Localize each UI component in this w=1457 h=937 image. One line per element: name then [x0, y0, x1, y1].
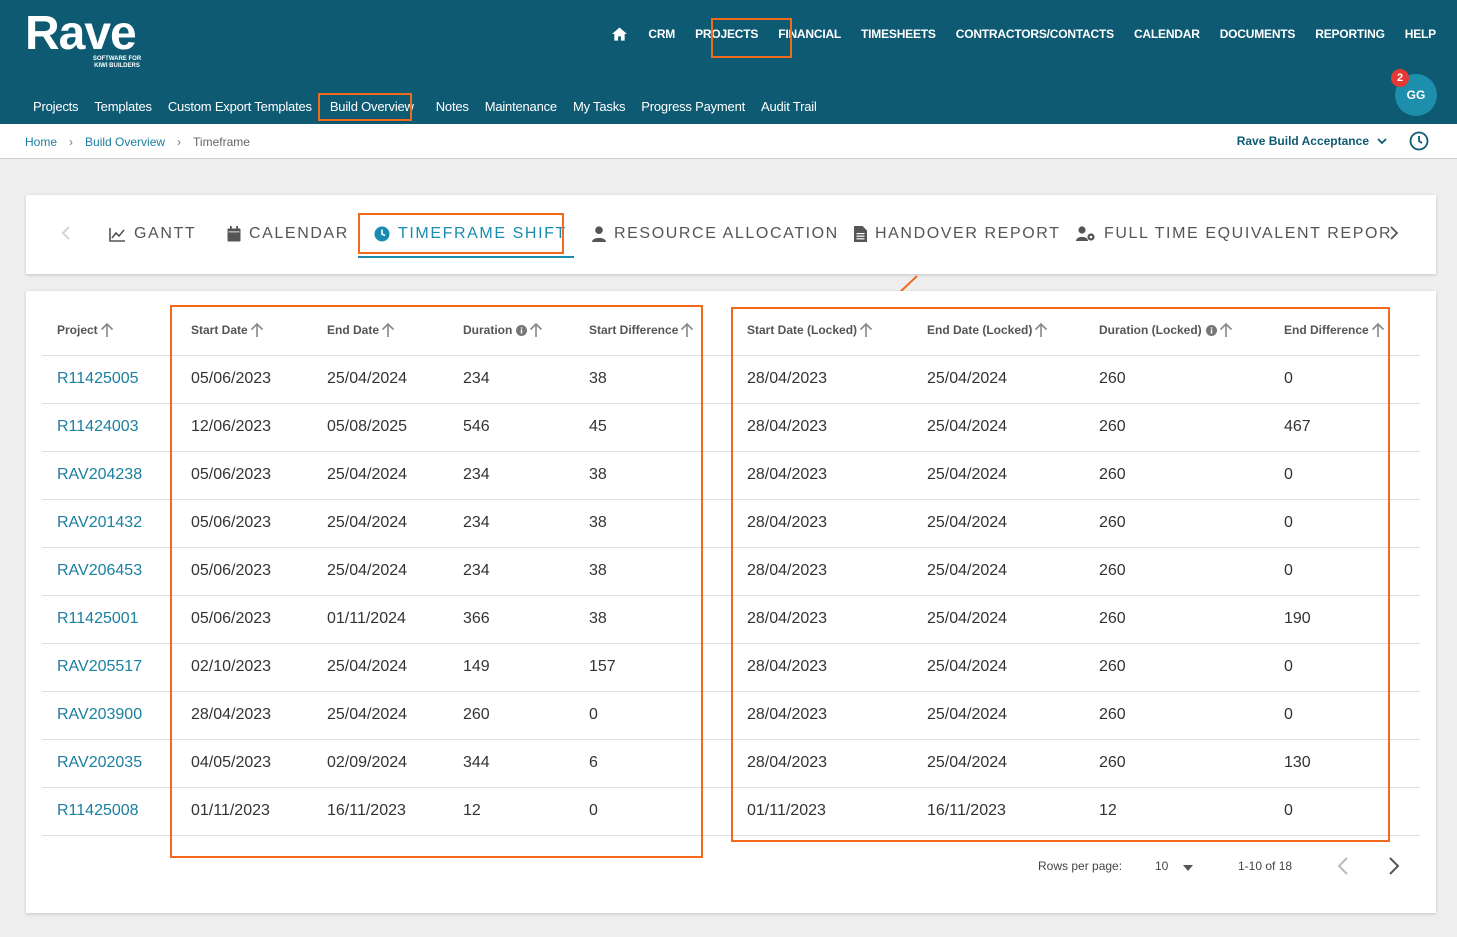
- app-header: Rave SOFTWARE FOR KIWI BUILDERS CRM PROJ…: [0, 0, 1457, 124]
- tab-label: RESOURCE ALLOCATION: [614, 225, 839, 242]
- calendar-icon: [227, 226, 241, 242]
- project-link[interactable]: R11425005: [57, 370, 139, 388]
- chevron-down-icon: [1377, 138, 1387, 145]
- project-link[interactable]: R11424003: [57, 418, 139, 436]
- nav-timesheets[interactable]: TIMESHEETS: [861, 27, 936, 41]
- active-tab-indicator: [358, 256, 574, 258]
- tabs-prev-chevron-icon[interactable]: [60, 225, 72, 246]
- project-link[interactable]: R11425008: [57, 802, 139, 820]
- subnav-maintenance[interactable]: Maintenance: [485, 99, 557, 114]
- project-link[interactable]: RAV204238: [57, 466, 142, 484]
- tab-handover-report[interactable]: HANDOVER REPORT: [854, 225, 1061, 243]
- rows-per-page-label: Rows per page:: [1038, 859, 1123, 873]
- current-dates-highlight-box: [170, 305, 703, 858]
- notification-badge[interactable]: 2: [1391, 69, 1409, 87]
- tab-full-time-equivalent-report[interactable]: FULL TIME EQUIVALENT REPOR: [1076, 225, 1392, 243]
- project-link[interactable]: RAV206453: [57, 562, 142, 580]
- tab-label: FULL TIME EQUIVALENT REPOR: [1104, 225, 1393, 242]
- locked-dates-highlight-box: [731, 307, 1390, 842]
- project-link[interactable]: RAV202035: [57, 754, 142, 772]
- prev-page-chevron-icon[interactable]: [1336, 856, 1350, 881]
- sort-arrow-up-icon[interactable]: [100, 322, 114, 338]
- history-clock-icon[interactable]: [1409, 131, 1429, 151]
- caret-down-icon: [1183, 864, 1194, 871]
- breadcrumb-current: Timeframe: [193, 135, 250, 149]
- subnav-progress-payment[interactable]: Progress Payment: [641, 99, 745, 114]
- subnav-notes[interactable]: Notes: [436, 99, 469, 114]
- breadcrumb-separator: ›: [69, 135, 74, 149]
- rave-logo[interactable]: Rave SOFTWARE FOR KIWI BUILDERS: [25, 7, 141, 70]
- breadcrumb-separator: ›: [177, 135, 182, 149]
- document-icon: [854, 226, 867, 242]
- nav-calendar[interactable]: CALENDAR: [1134, 27, 1200, 41]
- sub-navigation: Projects Templates Custom Export Templat…: [33, 99, 833, 114]
- tab-resource-allocation[interactable]: RESOURCE ALLOCATION: [592, 225, 839, 243]
- rows-per-page-select[interactable]: 10: [1155, 859, 1194, 873]
- nav-reporting[interactable]: REPORTING: [1315, 27, 1385, 41]
- breadcrumb: Home › Build Overview › Timeframe: [25, 135, 250, 149]
- nav-crm[interactable]: CRM: [648, 27, 675, 41]
- rows-per-page-value: 10: [1155, 859, 1169, 873]
- breadcrumb-build-overview[interactable]: Build Overview: [85, 135, 165, 149]
- tab-calendar[interactable]: CALENDAR: [227, 225, 349, 243]
- tab-label: HANDOVER REPORT: [875, 225, 1061, 242]
- column-header-project[interactable]: Project: [57, 322, 114, 338]
- nav-documents[interactable]: DOCUMENTS: [1220, 27, 1296, 41]
- company-name: Rave Build Acceptance: [1236, 134, 1369, 148]
- tab-gantt[interactable]: GANTT: [109, 225, 196, 243]
- breadcrumb-home[interactable]: Home: [25, 135, 57, 149]
- project-link[interactable]: RAV203900: [57, 706, 142, 724]
- person-gear-icon: [1076, 226, 1095, 241]
- view-tabs: GANTT CALENDAR TIMEFRAME SHIFT RESOURCE …: [26, 195, 1436, 274]
- subnav-templates[interactable]: Templates: [94, 99, 152, 114]
- tab-label: CALENDAR: [249, 225, 349, 242]
- nav-contractors-contacts[interactable]: CONTRACTORS/CONTACTS: [956, 27, 1114, 41]
- nav-help[interactable]: HELP: [1405, 27, 1436, 41]
- person-icon: [592, 226, 606, 242]
- column-header-label: Project: [57, 323, 98, 337]
- line-chart-icon: [109, 227, 125, 242]
- project-link[interactable]: RAV205517: [57, 658, 142, 676]
- logo-tagline: SOFTWARE FOR KIWI BUILDERS: [92, 56, 142, 69]
- breadcrumb-bar: Home › Build Overview › Timeframe Rave B…: [0, 124, 1457, 159]
- project-link[interactable]: R11425001: [57, 610, 139, 628]
- timeframe-shift-highlight-box: [358, 213, 564, 254]
- home-icon[interactable]: [612, 26, 628, 42]
- company-selector[interactable]: Rave Build Acceptance: [1237, 134, 1387, 148]
- subnav-my-tasks[interactable]: My Tasks: [573, 99, 626, 114]
- tab-label: GANTT: [134, 225, 197, 242]
- tabs-next-chevron-icon[interactable]: [1388, 225, 1400, 246]
- next-page-chevron-icon[interactable]: [1387, 856, 1401, 881]
- subnav-projects[interactable]: Projects: [33, 99, 79, 114]
- pagination-range: 1-10 of 18: [1238, 859, 1293, 873]
- logo-text: Rave: [25, 7, 137, 60]
- projects-highlight-box: [711, 18, 792, 58]
- timeframe-table: Project Start Date End Date Duration Start D…: [26, 291, 1436, 913]
- build-overview-highlight-box: [318, 93, 412, 121]
- subnav-audit-trail[interactable]: Audit Trail: [761, 99, 817, 114]
- project-link[interactable]: RAV201432: [57, 514, 142, 532]
- subnav-custom-export-templates[interactable]: Custom Export Templates: [168, 99, 312, 114]
